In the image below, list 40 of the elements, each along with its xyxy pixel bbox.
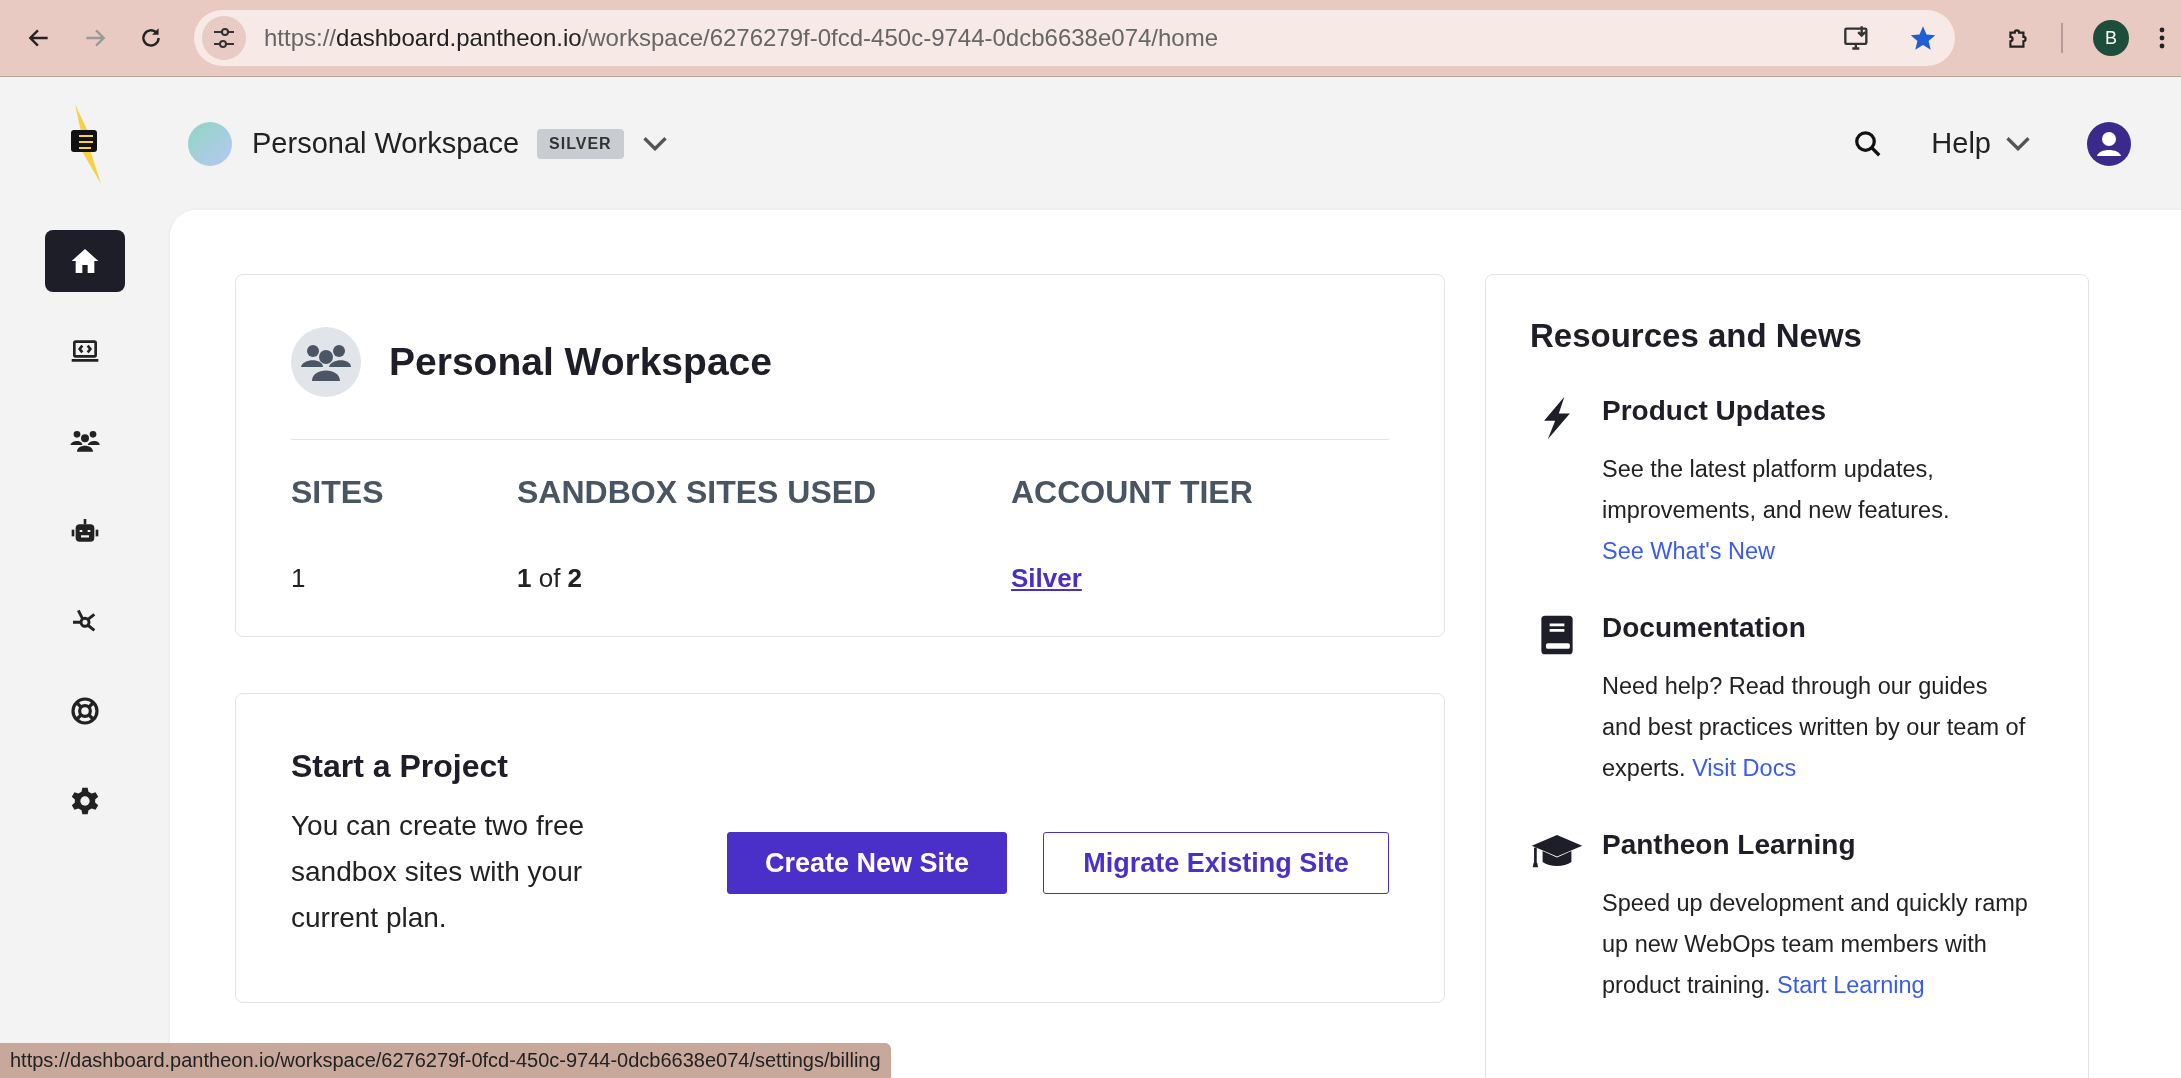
bookmark-star-icon[interactable] [1909,24,1937,52]
stat-label: SANDBOX SITES USED [517,474,878,511]
workspace-name[interactable]: Personal Workspace [252,127,520,160]
menu-icon[interactable] [2159,26,2165,50]
card-title: Personal Workspace [389,340,772,384]
resource-link[interactable]: Visit Docs [1692,755,1797,781]
stat-label: ACCOUNT TIER [1011,474,1253,511]
card-description: You can create two free sandbox sites with your current plan. [291,809,586,935]
site-settings-icon[interactable] [202,16,246,60]
resource-description: See the latest platform updates, improvements, and new features. See What's New [1602,455,1951,566]
help-menu[interactable]: Help [1931,127,2031,160]
chevron-down-icon [2005,136,2031,151]
install-app-icon[interactable] [1843,24,1871,52]
resource-title[interactable]: Pantheon Learning [1602,829,2032,861]
lifebuoy-icon [69,695,101,727]
stat-label: SITES [291,474,385,511]
resource-description: Speed up development and quickly ramp up new WebOps team members with product training. Start Learning [1602,889,2029,1000]
address-bar[interactable]: https://dashboard.pantheon.io/workspace/6276279f-0fcd-450c-9744-0dcb6638e074/home [194,10,1955,66]
resource-title[interactable]: Product Updates [1602,395,2032,427]
resources-title: Resources and News [1530,317,1863,355]
status-bar-url: https://dashboard.pantheon.io/workspace/6276279f-0fcd-450c-9744-0dcb6638e074/settings/billing [0,1043,891,1078]
stat-value: 1 [291,563,307,594]
url-text[interactable]: https://dashboard.pantheon.io/workspace/6276279f-0fcd-450c-9744-0dcb6638e074/home [264,24,1805,52]
sidebar-item[interactable] [45,230,125,292]
migrate-site-button[interactable]: Migrate Existing Site [1043,832,1389,894]
tier-link[interactable]: Silver [1011,563,1253,594]
resource-title[interactable]: Documentation [1602,612,2032,644]
profile-avatar[interactable]: B [2093,20,2129,56]
create-site-button[interactable]: Create New Site [727,832,1007,894]
workspace-avatar [188,121,232,166]
team-avatar-icon [291,327,361,397]
stat-value: 1 of 2 [517,563,584,594]
tier-badge: SILVER [537,128,624,159]
resource-link[interactable]: See What's New [1602,538,1775,564]
user-avatar-icon[interactable] [2087,121,2131,166]
resource-description: Need help? Read through our guides and best practices written by our team of experts. Visit Docs [1602,672,2027,783]
chevron-down-icon[interactable] [641,136,668,151]
card-title: Start a Project [291,748,509,785]
settings-icon [69,785,101,817]
resource-link[interactable]: Start Learning [1777,972,1925,998]
